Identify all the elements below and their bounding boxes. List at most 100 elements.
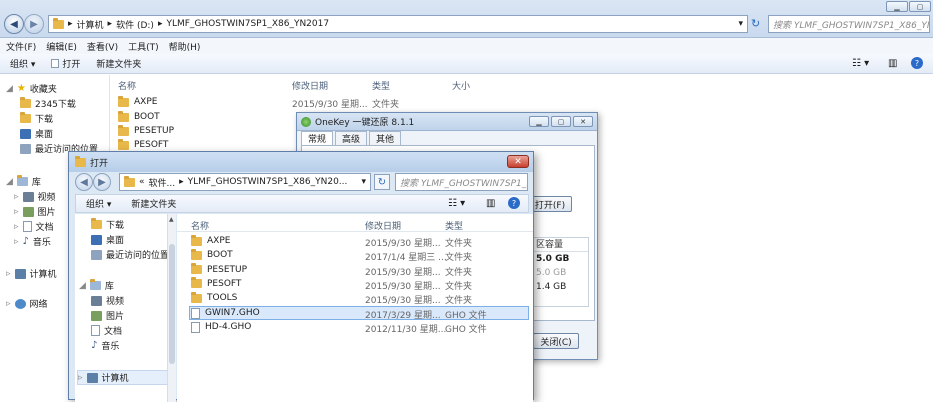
- dialog-nav-music[interactable]: ♪ 音乐: [91, 338, 119, 353]
- tab-advanced[interactable]: 高级: [335, 131, 368, 145]
- back-button[interactable]: ◀: [4, 14, 24, 34]
- dialog-new-folder-button[interactable]: 新建文件夹: [131, 197, 176, 210]
- menu-file[interactable]: 文件(F): [6, 40, 36, 53]
- onekey-minimize-button[interactable]: ▁: [529, 116, 549, 127]
- help-icon[interactable]: ?: [911, 57, 923, 69]
- onekey-close-button[interactable]: ✕: [573, 116, 593, 127]
- network-icon: [14, 298, 26, 309]
- file-row[interactable]: PESETUP: [118, 124, 174, 136]
- help-icon[interactable]: ?: [508, 197, 520, 209]
- onekey-maximize-button[interactable]: ▢: [551, 116, 571, 127]
- dialog-file-row[interactable]: AXPE: [191, 234, 230, 246]
- file-date: 2012/11/30 星期...: [365, 324, 447, 335]
- close-icon: ✕: [580, 117, 586, 126]
- scroll-up-icon[interactable]: ▲: [169, 216, 174, 223]
- dialog-file-row[interactable]: TOOLS: [191, 291, 237, 303]
- dialog-nav-desktop[interactable]: 桌面: [91, 232, 124, 247]
- dialog-search-input[interactable]: 搜索 YLMF_GHOSTWIN7SP1_... ⌕: [395, 173, 528, 191]
- chevron-down-icon[interactable]: ▾: [361, 177, 366, 187]
- menu-edit[interactable]: 编辑(E): [46, 40, 77, 53]
- dialog-file-row[interactable]: PESOFT: [191, 277, 241, 289]
- nav-item-2345download[interactable]: 2345下载: [20, 96, 76, 111]
- column-name[interactable]: 名称: [118, 79, 136, 92]
- document-icon: [91, 325, 100, 336]
- breadcrumb-computer[interactable]: 计算机: [77, 18, 104, 31]
- address-input[interactable]: ▸ 计算机 ▸ 软件 (D:) ▸ YLMF_GHOSTWIN7SP1_X86_…: [48, 15, 748, 33]
- folder-icon: [191, 291, 202, 303]
- nav-computer[interactable]: ▹ 计算机: [6, 266, 57, 281]
- scrollbar-thumb[interactable]: [169, 244, 175, 364]
- nav-item-pictures[interactable]: ▹ 图片: [14, 204, 56, 219]
- menu-tools[interactable]: 工具(T): [128, 40, 159, 53]
- minimize-button[interactable]: ▁: [886, 1, 908, 12]
- new-folder-button[interactable]: 新建文件夹: [96, 57, 141, 70]
- breadcrumb-drive[interactable]: 软件 (D:): [116, 18, 154, 31]
- menu-view[interactable]: 查看(V): [87, 40, 118, 53]
- dialog-organize-button[interactable]: 组织 ▾: [86, 197, 111, 210]
- nav-item-downloads[interactable]: 下载: [20, 111, 53, 126]
- onekey-open-button[interactable]: 打开(F): [528, 196, 572, 212]
- nav-item-desktop[interactable]: 桌面: [20, 126, 53, 141]
- breadcrumb-folder[interactable]: YLMF_GHOSTWIN7SP1_X86_YN2017: [166, 19, 329, 29]
- dialog-breadcrumb-folder[interactable]: YLMF_GHOSTWIN7SP1_X86_YN20...: [188, 177, 348, 187]
- column-size[interactable]: 大小: [452, 79, 470, 92]
- nav-libraries[interactable]: ◢ 库: [6, 174, 41, 189]
- dialog-file-row[interactable]: HD-4.GHO: [191, 321, 251, 333]
- dialog-file-row[interactable]: BOOT: [191, 248, 233, 260]
- maximize-button[interactable]: ▢: [909, 1, 931, 12]
- open-dialog-close-button[interactable]: ✕: [507, 155, 529, 168]
- dialog-breadcrumb-drive[interactable]: 软件...: [149, 176, 176, 189]
- onekey-close-dialog-button[interactable]: 关闭(C): [533, 333, 579, 349]
- nav-item-music[interactable]: ▹ ♪ 音乐: [14, 234, 51, 249]
- dialog-nav-scrollbar[interactable]: ▲: [167, 214, 176, 402]
- dialog-nav-documents[interactable]: 文档: [91, 323, 122, 338]
- menu-help[interactable]: 帮助(H): [169, 40, 201, 53]
- file-icon: [191, 307, 200, 319]
- dialog-nav-recent[interactable]: 最近访问的位置: [91, 247, 169, 262]
- dialog-address-input[interactable]: « 软件... ▸ YLMF_GHOSTWIN7SP1_X86_YN20... …: [119, 173, 371, 191]
- capacity-cell: 5.0 GB: [536, 254, 570, 264]
- forward-button[interactable]: ▶: [24, 14, 44, 34]
- dialog-nav-computer[interactable]: ▹ 计算机: [77, 370, 169, 385]
- file-row[interactable]: AXPE: [118, 95, 157, 107]
- recent-places-icon: [20, 143, 31, 154]
- dialog-nav-downloads[interactable]: 下载: [91, 217, 124, 232]
- folder-icon: [191, 263, 202, 275]
- dialog-back-button[interactable]: ◀: [75, 173, 93, 191]
- music-icon: ♪: [91, 340, 98, 351]
- organize-button[interactable]: 组织 ▾: [10, 57, 35, 70]
- column-type[interactable]: 类型: [445, 219, 463, 232]
- preview-pane-icon[interactable]: ▥: [486, 198, 495, 209]
- nav-item-videos[interactable]: ▹ 视频: [14, 189, 56, 204]
- folder-icon: [191, 234, 202, 246]
- column-date[interactable]: 修改日期: [365, 219, 401, 232]
- open-button[interactable]: 打开: [51, 57, 80, 70]
- search-input[interactable]: 搜索 YLMF_GHOSTWIN7SP1_X86_YN2017 ⌕: [768, 15, 930, 33]
- dialog-refresh-button[interactable]: ↻: [374, 174, 390, 190]
- tab-general[interactable]: 常规: [301, 131, 334, 145]
- dialog-nav-videos[interactable]: 视频: [91, 293, 124, 308]
- column-capacity[interactable]: 区容量: [528, 238, 588, 252]
- column-type[interactable]: 类型: [372, 79, 390, 92]
- file-type: 文件夹: [445, 267, 473, 278]
- file-row[interactable]: PESOFT: [118, 138, 168, 150]
- view-options-icon[interactable]: ☷ ▾: [852, 58, 869, 69]
- file-row[interactable]: BOOT: [118, 110, 160, 122]
- dialog-file-row[interactable]: GWIN7.GHO: [191, 307, 260, 319]
- column-date[interactable]: 修改日期: [292, 79, 328, 92]
- dialog-nav-libraries[interactable]: ◢ 库: [79, 278, 114, 293]
- file-type: GHO 文件: [445, 310, 487, 321]
- view-options-icon[interactable]: ☷ ▾: [448, 198, 465, 209]
- column-name[interactable]: 名称: [191, 219, 209, 232]
- tab-other[interactable]: 其他: [369, 131, 402, 145]
- folder-icon: [75, 155, 86, 167]
- nav-favorites[interactable]: ◢ ★ 收藏夹: [6, 81, 57, 96]
- nav-network[interactable]: ▹ 网络: [6, 296, 48, 311]
- refresh-icon[interactable]: ↻: [751, 17, 760, 30]
- dialog-file-row[interactable]: PESETUP: [191, 263, 247, 275]
- nav-item-documents[interactable]: ▹ 文档: [14, 219, 54, 234]
- dialog-nav-pictures[interactable]: 图片: [91, 308, 124, 323]
- preview-pane-icon[interactable]: ▥: [888, 58, 897, 69]
- dialog-forward-button[interactable]: ▶: [93, 173, 111, 191]
- chevron-down-icon[interactable]: ▾: [738, 19, 743, 29]
